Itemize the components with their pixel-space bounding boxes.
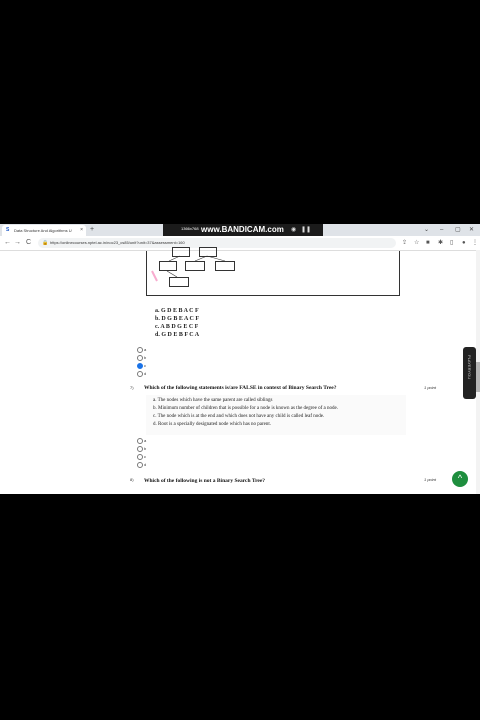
camera-icon[interactable]: ◉ xyxy=(291,224,296,236)
radio-label: d xyxy=(144,371,147,377)
profile-icon[interactable]: ● xyxy=(462,238,466,248)
tab-close-icon[interactable]: × xyxy=(80,225,83,236)
bandicam-recorder-bar: 1366x768 www.BANDICAM.com ◉ ❚❚ xyxy=(163,224,323,236)
url-text: https://onlinecourses.nptel.ac.in/noc23_… xyxy=(50,240,185,245)
question-text: Which of the following is not a Binary S… xyxy=(144,478,266,484)
radio-option-a[interactable]: a xyxy=(137,347,146,353)
statement-text: a. The nodes which have the same parent … xyxy=(153,398,273,403)
radio-option-d[interactable]: d xyxy=(137,371,146,377)
radio-label: c xyxy=(144,363,146,369)
scroll-to-top-button[interactable]: ^ xyxy=(452,471,468,487)
radio-label: a xyxy=(144,347,147,353)
bookmark-star-icon[interactable]: ☆ xyxy=(414,238,419,248)
radio-button[interactable] xyxy=(137,446,143,452)
statement-text: d. Root is a specially designated node w… xyxy=(153,422,272,427)
question-number: 7) xyxy=(130,385,134,390)
radio-option-b[interactable]: b xyxy=(137,446,146,452)
radio-label: a xyxy=(144,438,147,444)
radio-button[interactable] xyxy=(137,438,143,444)
side-tab-label: PLAYERYOU xyxy=(467,355,472,380)
option-text: b. D G B E A C F xyxy=(155,316,200,322)
browser-toolbar: ← → C 🔒 https://onlinecourses.nptel.ac.i… xyxy=(0,236,480,251)
share-icon[interactable]: ⇪ xyxy=(402,238,407,248)
tab-search-icon[interactable]: ⌄ xyxy=(424,224,429,236)
browser-window: S Data Structure And Algorithms U × + 13… xyxy=(0,224,480,494)
nptel-favicon-icon: S xyxy=(6,227,10,233)
chevron-up-icon: ^ xyxy=(457,473,463,483)
maximize-button[interactable]: ▢ xyxy=(455,224,461,236)
radio-button[interactable] xyxy=(137,462,143,468)
radio-button-selected[interactable] xyxy=(137,363,143,369)
tree-edges xyxy=(151,255,226,282)
option-text: c. A B D G E C F xyxy=(155,324,199,330)
option-text: d. G D E B F C A xyxy=(155,332,200,338)
close-window-button[interactable]: ✕ xyxy=(469,224,474,236)
address-bar[interactable]: 🔒 https://onlinecourses.nptel.ac.in/noc2… xyxy=(38,238,396,248)
browser-tab[interactable]: S Data Structure And Algorithms U × xyxy=(2,225,86,236)
radio-label: c xyxy=(144,454,146,460)
radio-option-a[interactable]: a xyxy=(137,438,146,444)
side-panel-tab[interactable]: PLAYERYOU xyxy=(463,347,476,399)
previous-question-options: a. G D E B A C F b. D G B E A C F c. A B… xyxy=(155,307,199,339)
minimize-button[interactable]: – xyxy=(440,224,443,236)
sidebar-icon[interactable]: ▯ xyxy=(450,238,453,248)
menu-icon[interactable]: ⋮ xyxy=(472,238,478,248)
back-button[interactable]: ← xyxy=(4,238,11,248)
question-number: 8) xyxy=(130,477,134,482)
question-points: 1 point xyxy=(424,477,437,482)
tree-diagram-image xyxy=(146,247,400,296)
radio-button[interactable] xyxy=(137,371,143,377)
forward-button[interactable]: → xyxy=(14,238,21,248)
radio-option-d[interactable]: d xyxy=(137,462,146,468)
bandicam-watermark: www.BANDICAM.com xyxy=(201,225,284,234)
radio-label: d xyxy=(144,462,147,468)
tab-title: Data Structure And Algorithms U xyxy=(14,228,72,233)
option-text: a. G D E B A C F xyxy=(155,308,199,314)
recorder-resolution: 1366x768 xyxy=(181,226,199,231)
puzzle-icon[interactable]: ✱ xyxy=(438,238,443,248)
new-tab-button[interactable]: + xyxy=(90,225,94,235)
pause-icon[interactable]: ❚❚ xyxy=(301,224,311,236)
radio-button[interactable] xyxy=(137,355,143,361)
radio-option-c[interactable]: c xyxy=(137,454,146,460)
statement-text: b. Minimum number of children that is po… xyxy=(153,406,338,411)
radio-button[interactable] xyxy=(137,454,143,460)
radio-label: b xyxy=(144,446,147,452)
radio-option-c[interactable]: c xyxy=(137,363,146,369)
question-text: Which of the following statements is/are… xyxy=(144,385,337,391)
scrollbar-thumb[interactable] xyxy=(476,362,480,392)
radio-label: b xyxy=(144,355,147,361)
lock-icon: 🔒 xyxy=(42,240,49,246)
tab-bar: S Data Structure And Algorithms U × + 13… xyxy=(0,224,480,236)
radio-button[interactable] xyxy=(137,347,143,353)
page-scrollbar[interactable] xyxy=(476,250,480,494)
statement-text: c. The node which is at the end and whic… xyxy=(153,414,325,419)
question-points: 1 point xyxy=(424,385,437,390)
reload-button[interactable]: C xyxy=(26,238,31,248)
extension-icon[interactable]: ■ xyxy=(426,238,430,248)
quiz-content: a. G D E B A C F b. D G B E A C F c. A B… xyxy=(0,247,480,494)
radio-option-b[interactable]: b xyxy=(137,355,146,361)
